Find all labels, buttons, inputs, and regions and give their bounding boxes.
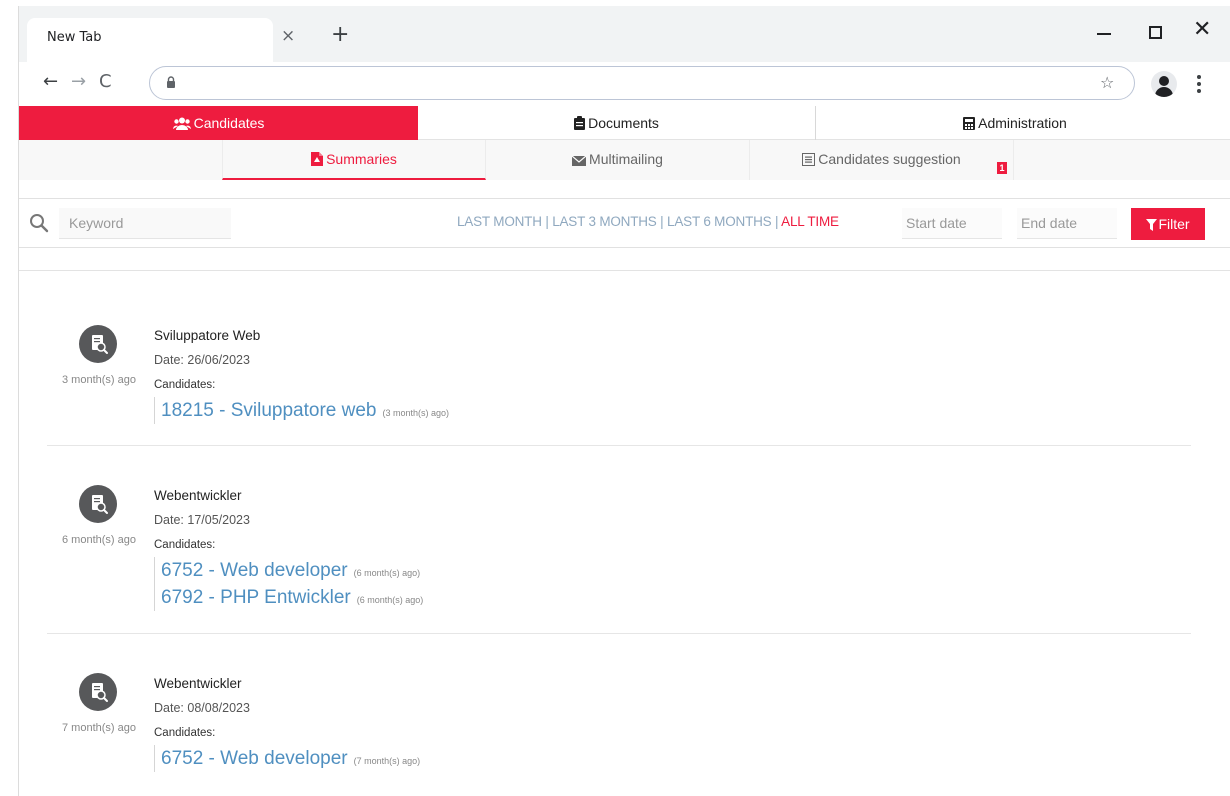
tab-candidates-suggestion-label: Candidates suggestion <box>818 151 961 167</box>
tab-multimailing[interactable]: Multimailing <box>486 140 750 180</box>
candidate-link[interactable]: 6752 - Web developer <box>161 748 348 769</box>
entry-date-label: Date: <box>154 513 184 527</box>
candidate-age: (6 month(s) ago) <box>353 568 421 578</box>
nav-administration-label: Administration <box>978 115 1067 131</box>
entry-candidates-label: Candidates: <box>154 539 216 551</box>
entry-date-value: 26/06/2023 <box>187 353 250 367</box>
range-last-6-months[interactable]: LAST 6 MONTHS <box>667 214 772 229</box>
entry-divider <box>47 633 1191 634</box>
tab-strip: New Tab × + ✕ <box>19 6 1230 62</box>
new-tab-icon[interactable]: + <box>331 24 349 46</box>
candidate-age: (3 month(s) ago) <box>382 408 450 418</box>
main-nav: Candidates Documents Administration <box>19 106 1230 140</box>
entry-date-label: Date: <box>154 701 184 715</box>
date-range-links: LAST MONTH | LAST 3 MONTHS | LAST 6 MONT… <box>457 214 839 229</box>
candidate-item: 6792 - PHP Entwickler (6 month(s) ago) <box>161 584 423 611</box>
suggestion-count-badge: 1 <box>997 162 1007 174</box>
funnel-icon <box>1146 219 1158 231</box>
tab-summaries[interactable]: Summaries <box>222 140 486 180</box>
users-icon <box>172 117 191 130</box>
candidate-item: 6752 - Web developer (7 month(s) ago) <box>161 745 420 772</box>
candidate-list: 6752 - Web developer (7 month(s) ago) <box>154 745 420 772</box>
start-date-input[interactable]: Start date <box>902 208 1002 239</box>
reload-icon[interactable]: C <box>99 72 112 92</box>
browser-window: New Tab × + ✕ ← → C ☆ Candidates Documen… <box>18 6 1230 796</box>
entry-age: 6 month(s) ago <box>62 534 136 546</box>
tab-close-icon[interactable]: × <box>281 28 295 45</box>
entry-date: Date: 17/05/2023 <box>154 513 250 527</box>
entry-candidates-label: Candidates: <box>154 727 216 739</box>
document-search-icon <box>79 325 117 363</box>
filter-button-label: Filter <box>1158 216 1190 232</box>
address-bar[interactable]: ☆ <box>149 66 1135 100</box>
entry-title: Webentwickler <box>154 488 242 503</box>
tab-candidates-suggestion[interactable]: Candidates suggestion <box>750 140 1014 180</box>
lock-icon <box>167 76 175 88</box>
entry-age: 3 month(s) ago <box>62 374 136 386</box>
range-separator: | <box>656 214 668 229</box>
entry-title: Webentwickler <box>154 676 242 691</box>
document-search-icon <box>79 485 117 523</box>
sub-nav: Summaries Multimailing Candidates sugges… <box>19 140 1230 180</box>
tab-summaries-label: Summaries <box>326 151 397 167</box>
maximize-icon[interactable] <box>1149 26 1162 39</box>
filter-bar: Keyword LAST MONTH | LAST 3 MONTHS | LAS… <box>19 198 1230 248</box>
entry-date-value: 17/05/2023 <box>187 513 250 527</box>
search-icon <box>30 214 49 233</box>
candidate-list: 18215 - Sviluppatore web (3 month(s) ago) <box>154 397 449 424</box>
list-icon <box>802 153 816 166</box>
summaries-list: 3 month(s) ago Sviluppatore Web Date: 26… <box>19 270 1230 796</box>
window-close-icon[interactable]: ✕ <box>1193 19 1211 41</box>
nav-documents[interactable]: Documents <box>418 106 816 140</box>
entry-date-value: 08/08/2023 <box>187 701 250 715</box>
entry-date-label: Date: <box>154 353 184 367</box>
nav-documents-label: Documents <box>588 115 659 131</box>
entry-title: Sviluppatore Web <box>154 328 261 343</box>
envelope-icon <box>572 156 587 166</box>
tab-title: New Tab <box>47 30 102 45</box>
entry-date: Date: 08/08/2023 <box>154 701 250 715</box>
profile-avatar-icon[interactable] <box>1151 71 1177 97</box>
clipboard-icon <box>574 116 586 130</box>
candidate-link[interactable]: 18215 - Sviluppatore web <box>161 400 376 421</box>
tab-multimailing-label: Multimailing <box>589 151 663 167</box>
range-separator: | <box>771 214 782 229</box>
browser-toolbar: ← → C ☆ <box>19 62 1230 106</box>
entry-date: Date: 26/06/2023 <box>154 353 250 367</box>
candidate-link[interactable]: 6752 - Web developer <box>161 560 348 581</box>
nav-administration[interactable]: Administration <box>816 106 1214 140</box>
candidate-age: (6 month(s) ago) <box>356 595 424 605</box>
browser-menu-icon[interactable] <box>1197 75 1201 93</box>
entry-divider <box>47 445 1191 446</box>
candidate-item: 18215 - Sviluppatore web (3 month(s) ago) <box>161 397 449 424</box>
entry-candidates-label: Candidates: <box>154 379 216 391</box>
range-last-3-months[interactable]: LAST 3 MONTHS <box>552 214 657 229</box>
calculator-icon <box>963 117 976 130</box>
range-separator: | <box>541 214 553 229</box>
file-pdf-icon <box>311 152 324 166</box>
document-search-icon <box>79 673 117 711</box>
candidate-item: 6752 - Web developer (6 month(s) ago) <box>161 557 423 584</box>
browser-tab[interactable]: New Tab <box>27 18 273 62</box>
range-last-month[interactable]: LAST MONTH <box>457 214 542 229</box>
bookmark-star-icon[interactable]: ☆ <box>1100 73 1114 92</box>
range-all-time[interactable]: ALL TIME <box>781 214 839 229</box>
nav-candidates[interactable]: Candidates <box>19 106 418 140</box>
candidate-link[interactable]: 6792 - PHP Entwickler <box>161 587 351 608</box>
keyword-input[interactable]: Keyword <box>59 208 231 239</box>
minimize-icon[interactable] <box>1097 33 1111 35</box>
candidate-age: (7 month(s) ago) <box>353 756 421 766</box>
forward-icon[interactable]: → <box>71 72 86 92</box>
nav-candidates-label: Candidates <box>193 115 265 131</box>
entry-age: 7 month(s) ago <box>62 722 136 734</box>
filter-button[interactable]: Filter <box>1131 208 1205 240</box>
back-icon[interactable]: ← <box>43 72 58 92</box>
end-date-input[interactable]: End date <box>1017 208 1117 239</box>
candidate-list: 6752 - Web developer (6 month(s) ago) 679… <box>154 557 423 611</box>
